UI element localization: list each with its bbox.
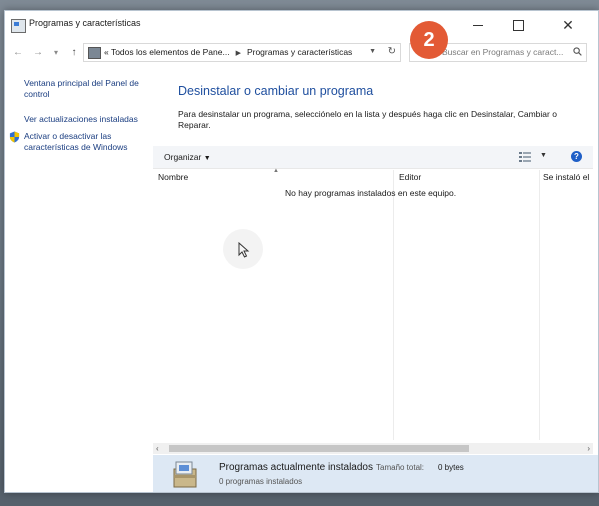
details-title: Programas actualmente instalados: [219, 462, 373, 473]
window-title: Programas y características: [29, 18, 141, 28]
control-panel-icon: [11, 19, 26, 33]
column-header-publisher[interactable]: Editor: [399, 172, 421, 188]
step-number-badge: 2: [410, 21, 448, 59]
scrollbar-thumb[interactable]: [169, 445, 469, 452]
control-panel-folder-icon: [88, 47, 101, 59]
sidebar-link-control-panel-home[interactable]: Ventana principal del Panel de control: [24, 78, 150, 100]
chevron-down-icon: ▼: [203, 155, 211, 162]
sort-ascending-icon: ▲: [273, 168, 279, 174]
installed-count: 0 programas instalados: [219, 477, 303, 486]
address-bar[interactable]: « Todos los elementos de Pane... ▶ Program…: [83, 43, 401, 62]
organize-button[interactable]: Organizar ▼: [164, 152, 211, 162]
close-icon: ✕: [562, 17, 574, 33]
column-divider: [393, 170, 394, 440]
maximize-button[interactable]: [499, 11, 537, 39]
scroll-left-icon[interactable]: ‹: [156, 444, 159, 453]
task-sidebar: Ventana principal del Panel de control V…: [5, 67, 153, 492]
back-arrow-icon[interactable]: ←: [11, 44, 25, 60]
search-input[interactable]: Buscar en Programas y caract...: [442, 47, 570, 57]
navigation-bar: ← → ▾ ↑ « Todos los elementos de Pane...…: [5, 41, 598, 63]
mouse-pointer-icon: [238, 242, 250, 258]
installed-programs-icon: [173, 461, 197, 488]
organize-label: Organizar: [164, 152, 202, 162]
breadcrumb-separator-icon: ▶: [235, 50, 241, 57]
refresh-icon[interactable]: ↻: [388, 46, 396, 57]
page-title: Desinstalar o cambiar un programa: [178, 84, 374, 98]
close-button[interactable]: ✕: [539, 11, 597, 39]
maximize-icon: [512, 19, 524, 31]
details-pane: Programas actualmente instalados Tamaño …: [153, 455, 598, 492]
horizontal-scrollbar[interactable]: ‹ ›: [153, 443, 593, 454]
breadcrumb-item-programs[interactable]: Programas y características: [247, 47, 352, 57]
programs-window: Programas y características ✕ ← → ▾ ↑ « …: [4, 10, 599, 493]
page-description: Para desinstalar un programa, seleccióne…: [178, 109, 557, 130]
breadcrumb: « Todos los elementos de Pane... ▶ Program…: [104, 47, 352, 57]
recent-locations-chevron-icon[interactable]: ▾: [49, 44, 63, 60]
title-bar[interactable]: Programas y características ✕: [5, 11, 598, 39]
command-bar: Organizar ▼ ▼ ?: [153, 146, 593, 169]
shield-icon: [9, 131, 20, 143]
address-dropdown-chevron-icon[interactable]: ▼: [369, 48, 376, 55]
column-header-installed-on[interactable]: Se instaló el: [543, 172, 589, 188]
search-icon[interactable]: [573, 47, 582, 56]
sidebar-link-windows-features[interactable]: Activar o desactivar las características…: [24, 131, 150, 153]
up-arrow-icon[interactable]: ↑: [67, 44, 81, 60]
forward-arrow-icon[interactable]: →: [31, 44, 45, 60]
change-view-icon[interactable]: [519, 152, 531, 162]
main-content: Desinstalar o cambiar un programa Para d…: [153, 67, 598, 492]
empty-list-message: No hay programas instalados en este equi…: [285, 188, 457, 198]
breadcrumb-item-all-control-panel[interactable]: Todos los elementos de Pane...: [111, 47, 230, 57]
help-icon[interactable]: ?: [571, 151, 582, 162]
breadcrumb-overflow[interactable]: «: [104, 47, 109, 57]
column-divider: [539, 170, 540, 440]
view-options-chevron-icon[interactable]: ▼: [540, 152, 547, 159]
total-size-label: Tamaño total:: [376, 463, 425, 472]
scroll-right-icon[interactable]: ›: [587, 444, 590, 453]
column-header-name[interactable]: Nombre: [158, 172, 188, 188]
minimize-button[interactable]: [459, 11, 497, 39]
total-size-value: 0 bytes: [438, 463, 464, 472]
sidebar-link-installed-updates[interactable]: Ver actualizaciones instaladas: [24, 114, 150, 125]
minimize-icon: [473, 24, 483, 26]
